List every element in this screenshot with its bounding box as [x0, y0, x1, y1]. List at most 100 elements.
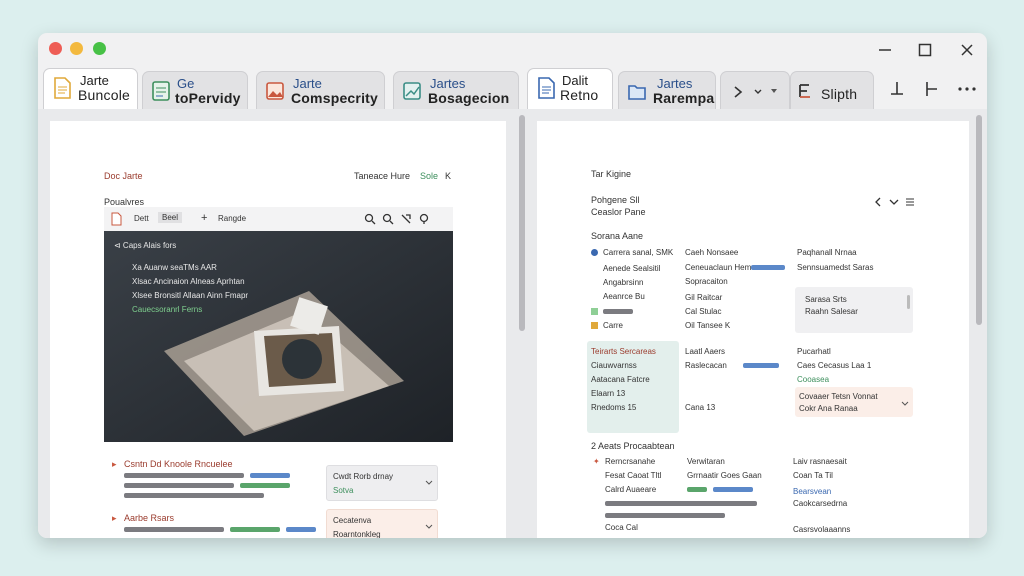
- tab-title: Jarte: [80, 73, 109, 88]
- split-icon: [799, 84, 810, 98]
- tab-subtitle: Slipth: [821, 86, 858, 102]
- bullet-icon: ▸: [112, 513, 117, 523]
- viewer-label: Rangde: [218, 214, 247, 223]
- tab-strip: Jarte Buncole Ge toPervidy Jarte Comspec…: [38, 67, 987, 109]
- share-link[interactable]: Sole: [420, 171, 438, 181]
- scroll-indicator[interactable]: [907, 295, 910, 309]
- text-line: [687, 501, 757, 506]
- list-item: Gil Raitcar: [685, 293, 723, 302]
- doc-author: Taneace Hure: [354, 171, 411, 181]
- list-item: Coan Ta Til: [793, 471, 833, 480]
- item-title: Csntn Dd Knoole Rncuelee: [124, 459, 233, 469]
- tab-slipth[interactable]: Slipth: [790, 71, 874, 109]
- list-item: Sennsuamedst Saras: [797, 263, 874, 272]
- tab-title: Jartes: [657, 76, 693, 91]
- info-card[interactable]: Cwdt Rorb drnay Sotva: [326, 465, 438, 501]
- link-line[interactable]: [743, 363, 779, 368]
- list-item: Fesat Caoat Tltl: [605, 471, 662, 480]
- list-item: Pucarhatl: [797, 347, 831, 356]
- section-label: Poualvres: [104, 197, 145, 207]
- list-item: Paqhanall Nrnaa: [797, 248, 857, 257]
- zoom-window-button[interactable]: [93, 42, 106, 55]
- section-heading: Sorana Aane: [591, 231, 644, 241]
- viewer-tab[interactable]: Dett: [134, 214, 149, 223]
- info-card[interactable]: Cecatenva Roarntonkleg: [326, 509, 438, 538]
- document-icon: [54, 77, 71, 99]
- link-line[interactable]: [286, 527, 316, 532]
- list-item: Rerncrsanahe: [605, 457, 656, 466]
- close-window-button[interactable]: [49, 42, 62, 55]
- text-line: [230, 527, 280, 532]
- tab-bosagecion[interactable]: Jartes Bosagecion: [393, 71, 519, 109]
- list-item[interactable]: Bearsvean: [793, 487, 831, 496]
- tab-subtitle: Retno: [560, 87, 599, 103]
- chevron-down-icon[interactable]: [889, 197, 899, 207]
- tab-rarempa[interactable]: Jartes Rarempa: [618, 71, 716, 109]
- viewer-toolbar: Dett Beel + Rangde: [104, 207, 453, 231]
- split-right-icon[interactable]: [923, 80, 941, 98]
- link-line[interactable]: [751, 265, 785, 270]
- list-item: Aeanrce Bu: [603, 292, 645, 301]
- location-icon[interactable]: [418, 213, 430, 225]
- tab-retno[interactable]: Dalit Retno: [527, 68, 613, 109]
- list-item: Calrd Auaeare: [605, 485, 657, 494]
- card-title: Cwdt Rorb drnay: [333, 472, 394, 481]
- add-button[interactable]: +: [201, 212, 207, 224]
- bullet-icon: ✦: [593, 457, 600, 466]
- pin-icon[interactable]: [400, 213, 412, 225]
- dropdown-card[interactable]: Covaaer Tetsn Vonnat Cokr Ana Ranaa: [795, 387, 913, 417]
- tab-subtitle: Bosagecion: [428, 90, 510, 106]
- content-area: Doc Jarte Taneace Hure Sole K Poualvres …: [38, 109, 987, 538]
- close-doc-button[interactable]: K: [445, 171, 451, 181]
- list-item: Caeh Nonsaee: [685, 248, 739, 257]
- list-item: Laiv rasnaesait: [793, 457, 847, 466]
- tab-buncole[interactable]: Jarte Buncole: [43, 68, 138, 109]
- section-heading: 2 Aeats Procaabtean: [591, 441, 675, 451]
- list-item: Ceneuaclaun Heme: [685, 263, 756, 272]
- tab-title: Dalit: [562, 73, 589, 88]
- zoom-icon[interactable]: [382, 213, 394, 225]
- text-line: [124, 483, 234, 488]
- list-item: Caokcarsedrna: [793, 499, 848, 508]
- tab-subtitle: Buncole: [78, 87, 130, 103]
- menu-icon[interactable]: [905, 197, 915, 207]
- list-item: Carre: [603, 321, 624, 330]
- link-line[interactable]: [713, 487, 753, 492]
- more-icon[interactable]: [956, 80, 978, 98]
- minimize-window-button[interactable]: [70, 42, 83, 55]
- list-item: Casrsvolaaanns: [793, 525, 851, 534]
- title-bar: [38, 33, 987, 67]
- viewer-tab-active[interactable]: Beel: [158, 212, 183, 223]
- tab-title: Ge: [177, 76, 195, 91]
- card-subtitle: Roarntonkleg: [333, 530, 381, 538]
- maximize-icon[interactable]: [914, 40, 936, 60]
- minimize-icon[interactable]: [874, 40, 896, 60]
- app-window: Jarte Buncole Ge toPervidy Jarte Comspec…: [38, 33, 987, 538]
- right-scrollbar[interactable]: [976, 115, 982, 325]
- item-title: Aarbe Rsars: [124, 513, 175, 523]
- text-line: [124, 473, 244, 478]
- spreadsheet-icon: [152, 81, 170, 101]
- chevron-down-icon: [425, 524, 433, 529]
- chart-icon: [403, 82, 421, 100]
- link-line[interactable]: [250, 473, 290, 478]
- doc-title: Tar Kigine: [591, 169, 632, 179]
- list-item: Grrnaatir Goes Gaan: [687, 471, 762, 480]
- search-icon[interactable]: [364, 213, 376, 225]
- tab-more-menu[interactable]: [720, 71, 790, 109]
- list-item: Rnedoms 15: [591, 403, 637, 412]
- chevron-left-icon[interactable]: [873, 197, 883, 207]
- pin-icon[interactable]: [888, 80, 906, 98]
- tab-topervidy[interactable]: Ge toPervidy: [142, 71, 248, 109]
- close-icon[interactable]: [956, 40, 978, 60]
- tab-comspecrity[interactable]: Jarte Comspecrity: [256, 71, 385, 109]
- list-item: Aatacana Fatcre: [591, 375, 650, 384]
- left-scrollbar[interactable]: [519, 115, 525, 331]
- doc-subtitle: Ceaslor Pane: [591, 207, 646, 217]
- list-item: Carrera sanal, SMK: [603, 248, 674, 257]
- text-line: [687, 487, 707, 492]
- image-viewer[interactable]: Dett Beel + Rangde ⊲ Caps Alais fors Xa …: [104, 207, 453, 442]
- left-document-pane: Doc Jarte Taneace Hure Sole K Poualvres …: [50, 121, 506, 538]
- list-item: Cooasea: [797, 375, 830, 384]
- text-line: [240, 483, 290, 488]
